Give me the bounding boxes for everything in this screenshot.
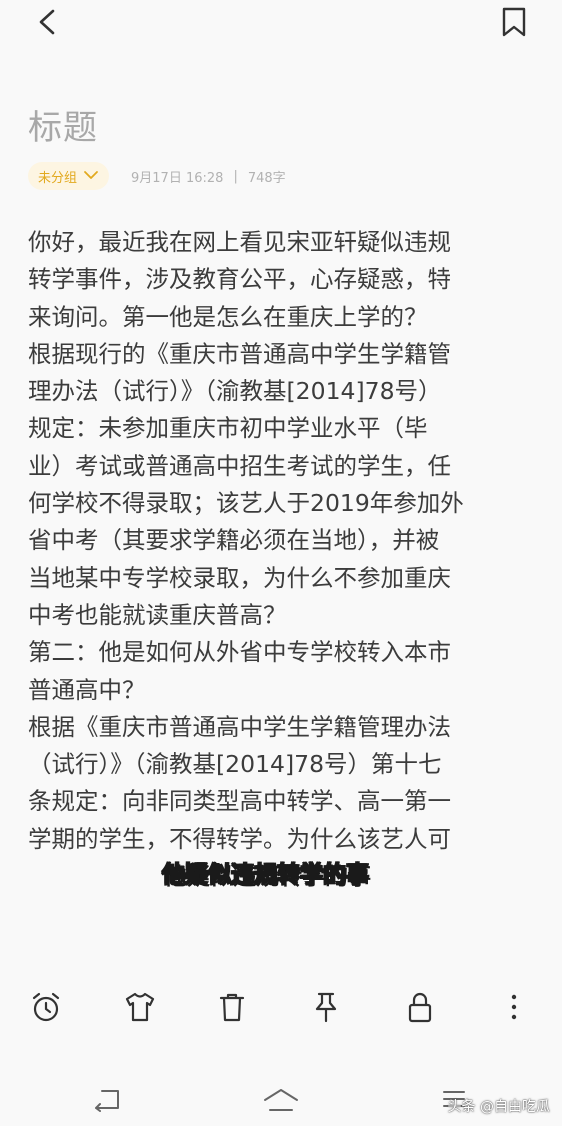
- group-selector[interactable]: 未分组: [28, 162, 110, 190]
- bottom-toolbar: [0, 975, 562, 1039]
- note-line: 学期的学生，不得转学。为什么该艺人可: [28, 824, 451, 853]
- watermark: 头条 @自由吃瓜: [447, 1099, 550, 1115]
- note-line: 条规定：向非同类型高中转学、高一第一: [28, 787, 451, 816]
- note-line: 你好，最近我在网上看见宋亚轩疑似违规: [28, 228, 451, 256]
- pin-icon[interactable]: [308, 989, 344, 1025]
- note-title[interactable]: 标题: [28, 100, 98, 149]
- note-line: 规定：未参加重庆市初中学业水平（毕: [28, 414, 428, 443]
- video-subtitle: 他疑似违规转学的事: [162, 862, 370, 889]
- tshirt-icon[interactable]: [122, 989, 158, 1025]
- back-nav-icon[interactable]: [92, 1086, 122, 1116]
- bookmark-icon[interactable]: [500, 6, 528, 38]
- more-vertical-icon[interactable]: [496, 989, 532, 1025]
- note-line: （试行）》（渝教基[2014]78号）第十七: [28, 750, 442, 779]
- home-nav-icon[interactable]: [262, 1086, 300, 1116]
- system-nav-bar: [0, 1064, 562, 1126]
- group-label: 未分组: [38, 170, 78, 186]
- note-line: 当地某中专学校录取，为什么不参加重庆: [28, 563, 451, 592]
- alarm-clock-icon[interactable]: [28, 989, 64, 1025]
- note-line: 何学校不得录取；该艺人于2019年参加外: [28, 489, 464, 518]
- lock-icon[interactable]: [402, 989, 438, 1025]
- note-line: 转学事件，涉及教育公平，心存疑惑，特: [28, 265, 451, 294]
- note-line: 普通高中？: [28, 675, 146, 704]
- back-arrow-icon[interactable]: [34, 8, 60, 36]
- chevron-down-icon: [83, 169, 99, 184]
- trash-icon[interactable]: [214, 989, 250, 1025]
- note-date: 9月17日 16:28: [131, 170, 224, 186]
- meta-separator: |: [233, 168, 238, 184]
- note-meta: 未分组 9月17日 16:28 | 748字: [28, 161, 286, 191]
- word-count: 748字: [247, 170, 286, 186]
- note-line: 业）考试或普通高中招生考试的学生，任: [28, 451, 451, 480]
- top-bar: [0, 0, 562, 50]
- note-line: 理办法（试行）》（渝教基[2014]78号）: [28, 377, 442, 406]
- note-line: 根据《重庆市普通高中学生学籍管理办法: [28, 712, 451, 741]
- note-line: 中考也能就读重庆普高？: [28, 600, 287, 629]
- note-line: 来询问。第一他是怎么在重庆上学的？: [28, 302, 428, 331]
- note-line: 根据现行的《重庆市普通高中学生学籍管: [28, 339, 451, 368]
- note-line: 省中考（其要求学籍必须在当地），并被: [28, 526, 440, 555]
- note-line: 第二：他是如何从外省中专学校转入本市: [28, 638, 451, 667]
